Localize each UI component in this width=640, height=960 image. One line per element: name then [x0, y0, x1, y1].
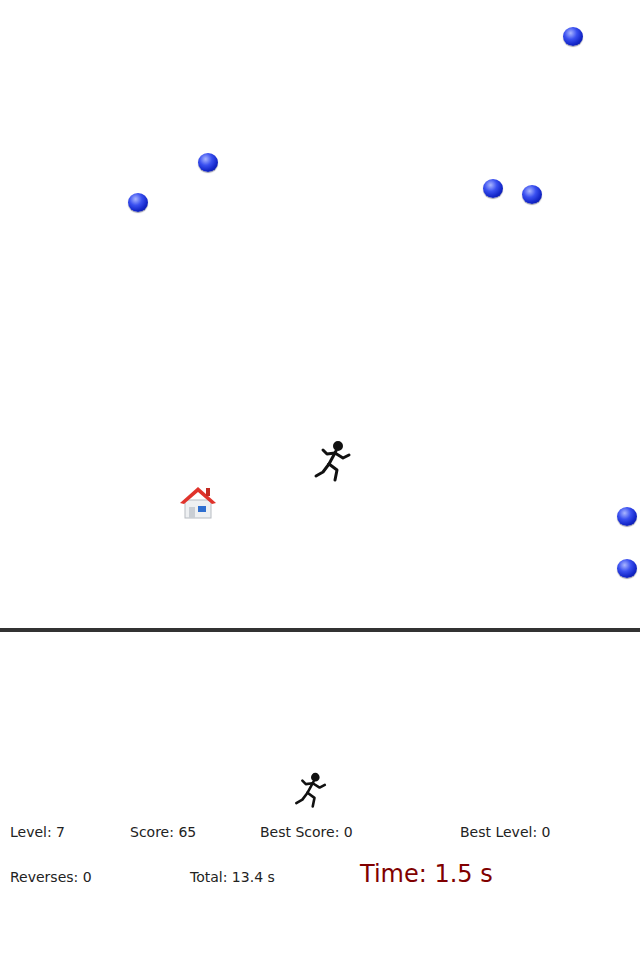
ball-icon	[198, 153, 218, 172]
stats-row: Reverses: 0Total: 13.4 sTime: 1.5 s	[10, 860, 640, 890]
house-icon	[178, 483, 218, 521]
stats-row: Level: 7Score: 65Best Score: 0Best Level…	[10, 824, 640, 846]
timer-label: Time: 1.5 s	[360, 860, 493, 888]
stat-label: Score: 65	[130, 824, 260, 840]
stat-label: Reverses: 0	[10, 869, 190, 885]
ball-icon	[617, 507, 637, 526]
stat-label: Level: 7	[10, 824, 130, 840]
ball-icon	[563, 27, 583, 46]
stat-label: Best Score: 0	[260, 824, 460, 840]
divider	[0, 628, 640, 632]
ball-icon	[128, 193, 148, 212]
runner-icon[interactable]	[311, 440, 355, 484]
status-panel: Level: 7Score: 65Best Score: 0Best Level…	[0, 632, 640, 960]
play-field[interactable]	[0, 0, 640, 628]
game-screen: Level: 7Score: 65Best Score: 0Best Level…	[0, 0, 640, 960]
ball-icon	[522, 185, 542, 204]
ball-icon	[483, 179, 503, 198]
stat-label: Best Level: 0	[460, 824, 550, 840]
stat-label: Total: 13.4 s	[190, 869, 360, 885]
ball-icon	[617, 559, 637, 578]
lives-runner-icon	[292, 772, 330, 810]
